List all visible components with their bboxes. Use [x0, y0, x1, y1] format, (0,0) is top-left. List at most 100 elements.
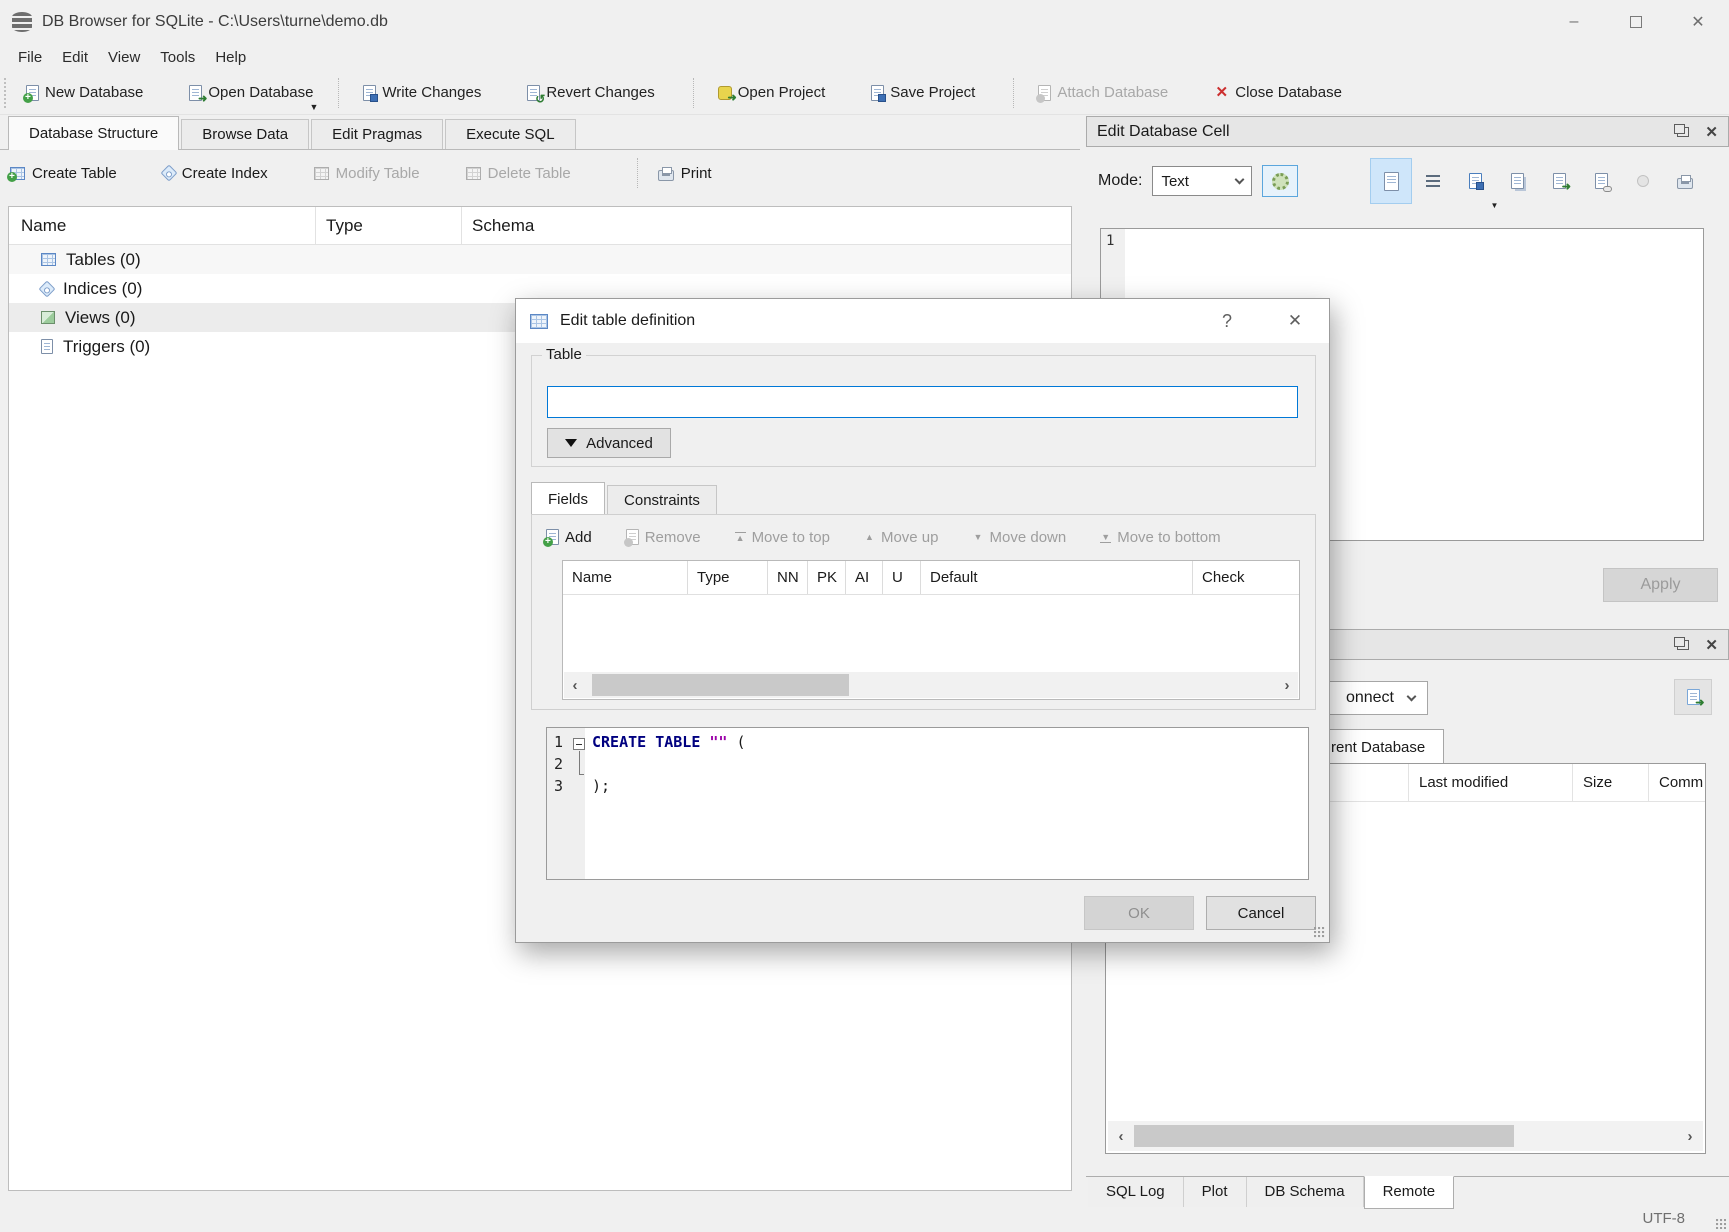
scrollbar-thumb[interactable] — [1134, 1125, 1514, 1147]
structure-toolbar: Create Table Create Index Modify Table D… — [0, 150, 1080, 196]
tab-browse-data[interactable]: Browse Data — [181, 119, 309, 149]
column-last-modified[interactable]: Last modified — [1408, 764, 1572, 801]
column-check[interactable]: Check — [1193, 561, 1299, 594]
open-database-icon — [189, 85, 202, 101]
create-index-button[interactable]: Create Index — [163, 165, 268, 182]
column-nn[interactable]: NN — [768, 561, 808, 594]
trigger-icon — [41, 339, 53, 354]
column-size[interactable]: Size — [1572, 764, 1648, 801]
close-panel-icon[interactable] — [1705, 123, 1718, 141]
float-panel-icon[interactable] — [1677, 127, 1689, 137]
sql-line-2 — [592, 755, 1304, 777]
open-database-button[interactable]: Open Database — [179, 78, 323, 107]
encoding-indicator[interactable]: UTF-8 — [1643, 1210, 1686, 1227]
link-data-button[interactable] — [1580, 158, 1622, 204]
dialog-resize-grip[interactable] — [1314, 927, 1325, 938]
fields-horizontal-scrollbar[interactable]: ‹ › — [564, 672, 1298, 698]
auto-apply-button[interactable] — [1262, 165, 1298, 197]
menu-file[interactable]: File — [8, 49, 52, 66]
menu-bar: File Edit View Tools Help — [0, 44, 1729, 71]
scroll-left-icon[interactable]: ‹ — [1108, 1128, 1134, 1145]
window-resize-grip[interactable] — [1716, 1219, 1726, 1229]
add-field-button[interactable]: Add — [546, 529, 592, 546]
menu-view[interactable]: View — [98, 49, 150, 66]
scroll-right-icon[interactable]: › — [1276, 677, 1298, 694]
menu-tools[interactable]: Tools — [150, 49, 205, 66]
tab-execute-sql[interactable]: Execute SQL — [445, 119, 575, 149]
write-changes-button[interactable]: Write Changes — [353, 78, 491, 107]
menu-help[interactable]: Help — [205, 49, 256, 66]
tab-db-schema[interactable]: DB Schema — [1247, 1177, 1364, 1207]
delete-table-icon — [466, 167, 481, 180]
float-panel-icon[interactable] — [1677, 640, 1689, 650]
tab-edit-pragmas[interactable]: Edit Pragmas — [311, 119, 443, 149]
code-fold-icon[interactable] — [573, 738, 585, 750]
move-up-icon — [864, 532, 875, 543]
new-database-button[interactable]: New Database — [16, 78, 153, 107]
remove-field-icon — [626, 529, 639, 545]
print-cell-button[interactable] — [1664, 158, 1706, 204]
import-data-button[interactable]: ▼ — [1454, 158, 1496, 204]
toolbar-drag-handle[interactable] — [4, 78, 10, 108]
tab-constraints[interactable]: Constraints — [607, 485, 717, 515]
scroll-right-icon[interactable]: › — [1677, 1128, 1703, 1145]
edit-cell-toolbar: Mode: Text ▼ — [1098, 154, 1721, 208]
close-database-button[interactable]: Close Database — [1204, 78, 1352, 107]
advanced-toggle-button[interactable]: Advanced — [547, 428, 671, 458]
database-icon — [12, 12, 32, 32]
edit-cell-dock-titlebar: Edit Database Cell — [1086, 116, 1729, 147]
tab-database-structure[interactable]: Database Structure — [8, 116, 179, 150]
column-commit[interactable]: Comm — [1648, 764, 1705, 801]
maximize-button[interactable] — [1605, 0, 1667, 44]
dialog-titlebar[interactable]: Edit table definition ? ✕ — [516, 299, 1329, 343]
delete-table-button: Delete Table — [466, 165, 571, 182]
column-schema[interactable]: Schema — [462, 207, 1071, 244]
tab-sql-log[interactable]: SQL Log — [1088, 1177, 1184, 1207]
scrollbar-thumb[interactable] — [592, 674, 849, 696]
open-database-dropdown-icon[interactable]: ▼ — [309, 102, 318, 112]
column-u[interactable]: U — [883, 561, 921, 594]
export-data-button[interactable] — [1496, 158, 1538, 204]
tab-plot[interactable]: Plot — [1184, 1177, 1247, 1207]
column-ai[interactable]: AI — [846, 561, 883, 594]
main-tab-bar: Database Structure Browse Data Edit Prag… — [0, 116, 1080, 150]
cancel-button[interactable]: Cancel — [1206, 896, 1316, 930]
tab-fields[interactable]: Fields — [531, 482, 605, 516]
word-wrap-icon — [1426, 175, 1440, 187]
save-project-button[interactable]: Save Project — [861, 78, 985, 107]
minimize-button[interactable]: – — [1543, 0, 1605, 44]
ok-button: OK — [1084, 896, 1194, 930]
fields-pane: Add Remove Move to top Move up Move down — [531, 514, 1316, 710]
mode-select[interactable]: Text — [1152, 166, 1252, 196]
dialog-close-button[interactable]: ✕ — [1275, 311, 1315, 331]
column-type[interactable]: Type — [316, 207, 462, 244]
open-in-app-button[interactable] — [1538, 158, 1580, 204]
column-pk[interactable]: PK — [808, 561, 846, 594]
print-button[interactable]: Print — [658, 165, 712, 182]
move-to-top-button: Move to top — [735, 529, 830, 546]
column-name[interactable]: Name — [9, 207, 316, 244]
text-document-icon — [1384, 172, 1399, 191]
table-name-input[interactable] — [547, 386, 1298, 418]
close-panel-icon[interactable] — [1705, 636, 1718, 654]
revert-changes-button[interactable]: Revert Changes — [517, 78, 664, 107]
triangle-down-icon — [565, 439, 577, 447]
scroll-left-icon[interactable]: ‹ — [564, 677, 586, 694]
text-mode-button[interactable] — [1370, 158, 1412, 204]
column-default[interactable]: Default — [921, 561, 1193, 594]
column-name[interactable]: Name — [563, 561, 688, 594]
index-icon — [39, 280, 56, 297]
remote-horizontal-scrollbar[interactable]: ‹ › — [1108, 1121, 1703, 1151]
word-wrap-button[interactable] — [1412, 158, 1454, 204]
column-type[interactable]: Type — [688, 561, 768, 594]
tree-item-tables[interactable]: Tables (0) — [9, 245, 1071, 274]
open-project-button[interactable]: Open Project — [708, 78, 836, 107]
window-controls: – ✕ — [1543, 0, 1729, 44]
create-table-button[interactable]: Create Table — [10, 165, 117, 182]
close-button[interactable]: ✕ — [1667, 0, 1729, 44]
remove-field-button: Remove — [626, 529, 701, 546]
remote-push-button — [1674, 679, 1712, 715]
menu-edit[interactable]: Edit — [52, 49, 98, 66]
dialog-help-button[interactable]: ? — [1207, 311, 1247, 332]
sql-code: CREATE TABLE "" ( ); — [592, 733, 1304, 799]
